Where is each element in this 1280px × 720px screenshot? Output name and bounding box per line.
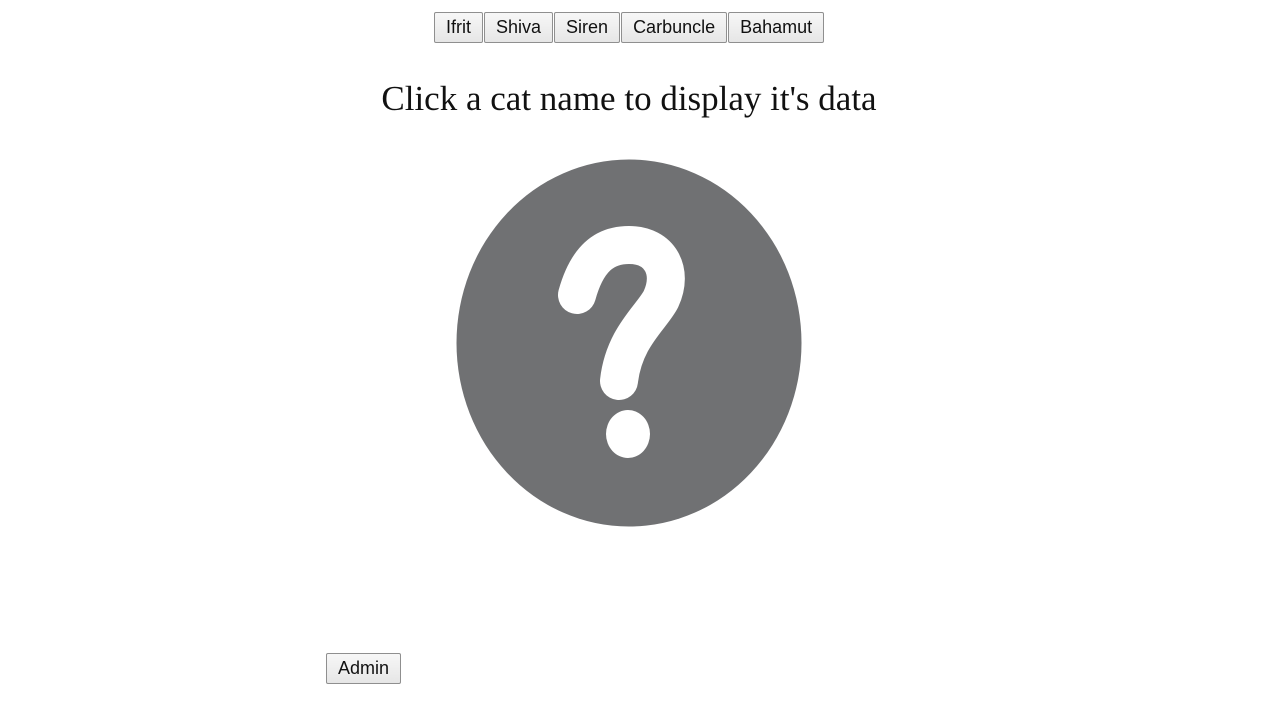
admin-button[interactable]: Admin	[326, 653, 402, 684]
cat-image	[456, 159, 802, 527]
cat-button-ifrit[interactable]: Ifrit	[434, 12, 483, 43]
cat-button-bahamut[interactable]: Bahamut	[728, 12, 825, 43]
question-mark-icon	[456, 159, 802, 527]
page-title: Click a cat name to display it's data	[381, 79, 877, 118]
cat-button-siren[interactable]: Siren	[554, 12, 621, 43]
cat-button-carbuncle[interactable]: Carbuncle	[621, 12, 728, 43]
cat-button-shiva[interactable]: Shiva	[484, 12, 554, 43]
cat-list: Ifrit Shiva Siren Carbuncle Bahamut	[434, 12, 825, 43]
